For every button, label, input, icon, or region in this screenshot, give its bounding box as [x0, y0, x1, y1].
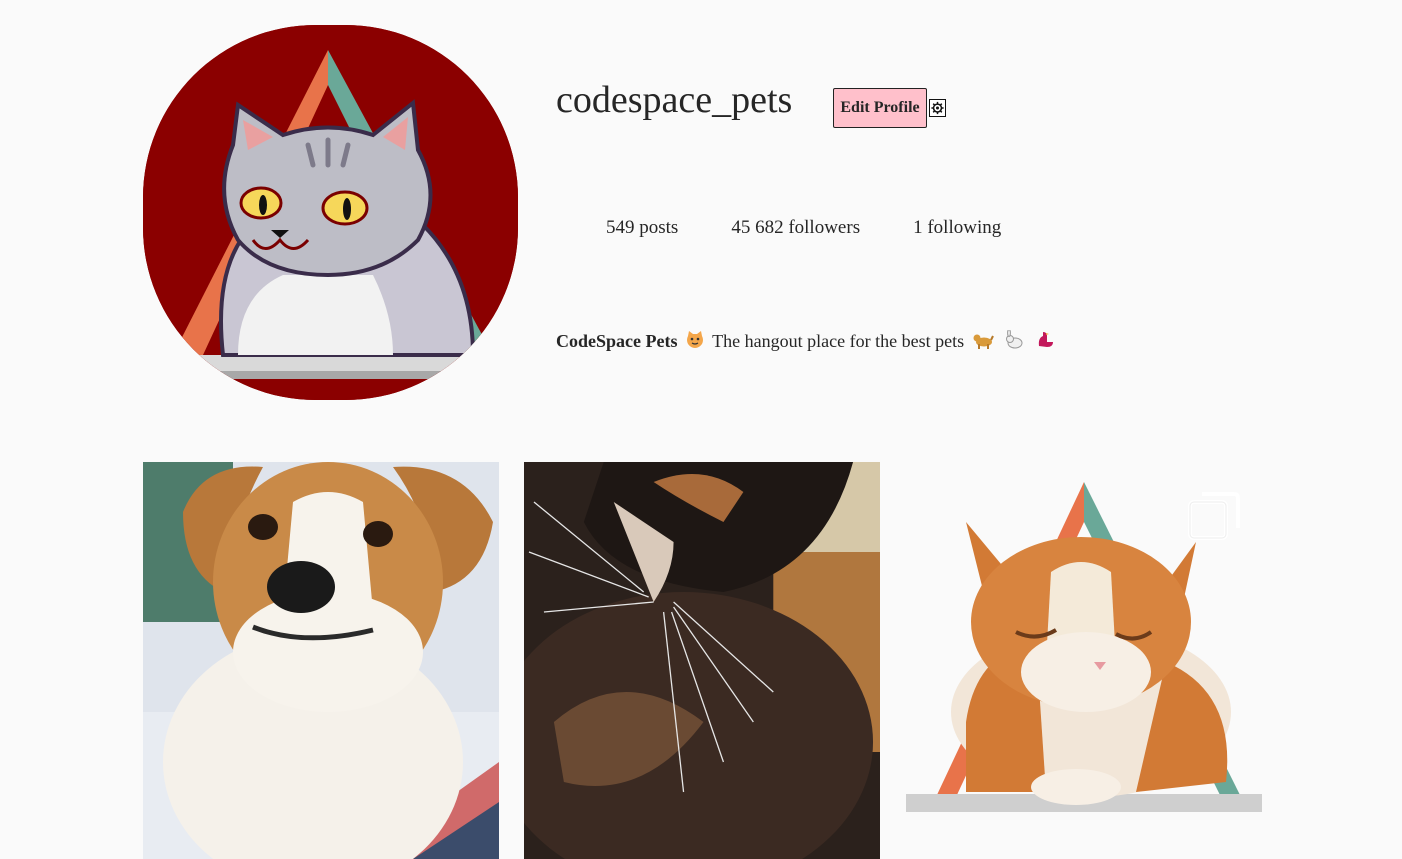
- profile-bio: CodeSpace Pets The hangout place for the…: [556, 328, 1058, 357]
- bio-name: CodeSpace Pets: [556, 331, 678, 351]
- followers-count[interactable]: 45 682 followers: [731, 214, 860, 242]
- bird-emoji: [1035, 330, 1055, 357]
- calico-cat-photo: [524, 462, 880, 859]
- posts-count[interactable]: 549 posts: [606, 214, 678, 242]
- post-thumbnail[interactable]: [524, 462, 880, 859]
- bio-text: The hangout place for the best pets: [712, 331, 965, 351]
- profile-username: codespace_pets: [556, 79, 793, 121]
- cat-logo-icon: [143, 25, 518, 400]
- following-count[interactable]: 1 following: [913, 214, 1001, 242]
- carousel-icon: [1188, 492, 1240, 540]
- puppy-photo: [143, 462, 499, 859]
- edit-profile-button[interactable]: Edit Profile: [833, 88, 927, 128]
- gear-icon[interactable]: [929, 99, 946, 117]
- dog-emoji: [972, 330, 994, 357]
- rabbit-emoji: [1004, 329, 1024, 357]
- cat-face-emoji: [685, 330, 705, 357]
- profile-avatar[interactable]: [143, 25, 518, 400]
- profile-stats: 549 posts 45 682 followers 1 following: [606, 214, 1001, 242]
- post-thumbnail[interactable]: [143, 462, 499, 859]
- post-thumbnail[interactable]: [906, 462, 1262, 859]
- profile-page: codespace_pets Edit Profile 549 posts 45…: [0, 0, 1402, 859]
